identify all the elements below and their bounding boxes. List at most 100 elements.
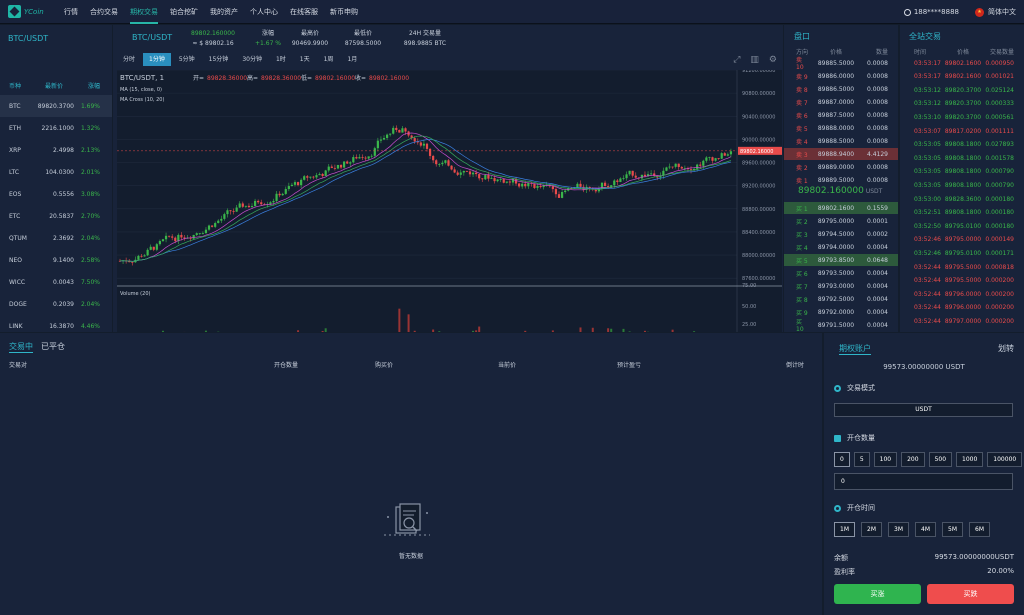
nav-item-1[interactable]: 合约交易 — [90, 0, 118, 24]
market-row[interactable]: NEO 9.1400 2.58% — [0, 249, 112, 271]
market-row[interactable]: QTUM 2.3692 2.04% — [0, 227, 112, 249]
market-row[interactable]: ETH 2216.1000 1.32% — [0, 117, 112, 139]
chart-svg[interactable]: 91200.00000 90800.00000 90400.00000 90000.0… — [117, 68, 782, 332]
orderbook-row[interactable]: 买 6 89793.5000 0.0004 — [784, 267, 898, 279]
user-icon[interactable] — [903, 8, 911, 16]
indicators-icon[interactable]: ▥ — [750, 55, 759, 65]
tab-trading[interactable]: 交易中 — [9, 341, 33, 353]
candle-body — [238, 203, 241, 208]
trade-time: 03:52:44 — [914, 263, 941, 271]
buy-down-button[interactable]: 买跌 — [927, 584, 1014, 604]
nav-item-3[interactable]: 铂合挖矿 — [170, 0, 198, 24]
orderbook-row[interactable]: 卖 9 89886.0000 0.0008 — [784, 70, 898, 82]
qty-option-100[interactable]: 100 — [873, 452, 898, 467]
buy-up-button[interactable]: 买涨 — [834, 584, 921, 604]
interval-tab-0[interactable]: 分时 — [117, 53, 141, 66]
candle-body — [518, 183, 521, 187]
nav-item-2[interactable]: 期权交易 — [130, 0, 158, 24]
market-row[interactable]: EOS 0.5556 3.08% — [0, 183, 112, 205]
market-row[interactable]: BTC 89820.3700 1.69% — [0, 95, 112, 117]
qty-option-5[interactable]: 5 — [853, 452, 870, 467]
candlestick-chart[interactable]: 91200.00000 90800.00000 90400.00000 90000.0… — [117, 68, 782, 332]
transfer-link[interactable]: 划转 — [998, 343, 1014, 354]
pos-col-qty: 开仓数量 — [274, 362, 299, 369]
orderbook-row[interactable]: 卖 7 89887.0000 0.0008 — [784, 96, 898, 108]
orderbook-row[interactable]: 卖 10 89885.5000 0.0008 — [784, 57, 898, 71]
interval-tab-5[interactable]: 1时 — [270, 53, 292, 66]
candle-body — [275, 193, 278, 201]
market-row[interactable]: LINK 16.3870 4.46% — [0, 315, 112, 332]
orderbook-row[interactable]: 卖 4 89888.5000 0.0008 — [784, 135, 898, 147]
market-row[interactable]: XRP 2.4998 2.13% — [0, 139, 112, 161]
qty-option-0[interactable]: 0 — [834, 452, 850, 467]
orderbook-row[interactable]: 买 3 89794.5000 0.0002 — [784, 228, 898, 240]
time-option-6M[interactable]: 6M — [969, 522, 990, 537]
orderbook-row[interactable]: 卖 8 89886.5000 0.0008 — [784, 83, 898, 95]
candle-body — [281, 193, 284, 196]
orderbook-row[interactable]: 买 5 89793.8500 0.0648 — [784, 254, 898, 266]
user-account[interactable]: 188****8888 — [914, 8, 959, 16]
candle-body — [284, 189, 287, 194]
orderbook-row[interactable]: 买 1 89802.1600 0.1559 — [784, 202, 898, 214]
market-change: 1.32% — [80, 124, 100, 132]
time-option-5M[interactable]: 5M — [942, 522, 963, 537]
qty-input[interactable]: 0 — [834, 473, 1013, 490]
interval-tab-6[interactable]: 1天 — [294, 53, 316, 66]
interval-tab-1[interactable]: 1分钟 — [143, 53, 171, 66]
nav-item-0[interactable]: 行情 — [64, 0, 78, 24]
trade-qty: 0.000200 — [985, 304, 1014, 312]
market-col-price: 最新价 — [44, 83, 63, 90]
time-option-2M[interactable]: 2M — [861, 522, 882, 537]
candle-body — [352, 157, 355, 163]
market-row[interactable]: WICC 0.0043 7.50% — [0, 271, 112, 293]
nav-item-7[interactable]: 新币申购 — [330, 0, 358, 24]
interval-tab-8[interactable]: 1月 — [341, 53, 363, 66]
qty-option-100000[interactable]: 100000 — [987, 452, 1023, 467]
candle-body — [161, 239, 165, 242]
orderbook-row[interactable]: 卖 6 89887.5000 0.0008 — [784, 109, 898, 121]
logo[interactable]: YCoin — [8, 5, 52, 18]
candle-body — [668, 166, 671, 168]
orderbook-row[interactable]: 买 2 89795.0000 0.0001 — [784, 215, 898, 227]
orderbook-row[interactable]: 买 8 89792.5000 0.0004 — [784, 293, 898, 305]
candle-body — [462, 170, 465, 173]
time-option-1M[interactable]: 1M — [834, 522, 855, 537]
candle-body — [465, 170, 469, 172]
settings-icon[interactable]: ⚙ — [769, 55, 777, 65]
orderbook-row[interactable]: 买 10 89791.5000 0.0004 — [784, 319, 898, 332]
price-axis-label: 89600.00000 — [742, 161, 775, 167]
language-selector[interactable]: 简体中文 — [988, 7, 1016, 17]
interval-tab-4[interactable]: 30分钟 — [236, 53, 268, 66]
market-row[interactable]: ETC 20.5837 2.70% — [0, 205, 112, 227]
nav-item-6[interactable]: 在线客服 — [290, 0, 318, 24]
time-option-4M[interactable]: 4M — [915, 522, 936, 537]
candle-body — [303, 176, 306, 180]
fullscreen-icon[interactable]: ⤢ — [733, 55, 740, 65]
orderbook-row[interactable]: 卖 2 89889.0000 0.0008 — [784, 161, 898, 173]
market-row[interactable]: DOGE 0.2039 2.04% — [0, 293, 112, 315]
interval-tab-2[interactable]: 5分钟 — [173, 53, 201, 66]
qty-option-200[interactable]: 200 — [901, 452, 925, 467]
trade-row: 03:53:05 89808.1800 0.001578 — [900, 152, 1024, 164]
nav-item-5[interactable]: 个人中心 — [250, 0, 278, 24]
orderbook-row[interactable]: 卖 5 89888.0000 0.0008 — [784, 122, 898, 134]
trade-qty: 0.000180 — [985, 209, 1014, 217]
trade-mode-select[interactable]: USDT — [834, 403, 1013, 417]
orderbook-row[interactable]: 买 7 89793.0000 0.0004 — [784, 280, 898, 292]
nav-item-4[interactable]: 我的资产 — [210, 0, 238, 24]
orderbook-row[interactable]: 买 4 89794.0000 0.0004 — [784, 241, 898, 253]
interval-tab-3[interactable]: 15分钟 — [203, 53, 235, 66]
orderbook-col-qty: 数量 — [875, 49, 888, 56]
orderbook-side: 买 6 — [796, 270, 808, 278]
option-account-tab[interactable]: 期权账户 — [839, 343, 871, 355]
time-option-3M[interactable]: 3M — [888, 522, 909, 537]
orderbook-row[interactable]: 卖 1 89889.5000 0.0008 — [784, 174, 898, 186]
interval-tab-7[interactable]: 1周 — [318, 53, 340, 66]
tab-closed[interactable]: 已平仓 — [41, 341, 65, 353]
orderbook-row[interactable]: 卖 3 89888.9400 4.4129 — [784, 148, 898, 160]
qty-option-1000[interactable]: 1000 — [956, 452, 984, 467]
market-price: 2216.1000 — [41, 124, 74, 132]
trade-qty: 0.027893 — [985, 141, 1014, 149]
qty-option-500[interactable]: 500 — [928, 452, 953, 467]
market-row[interactable]: LTC 104.0300 2.01% — [0, 161, 112, 183]
